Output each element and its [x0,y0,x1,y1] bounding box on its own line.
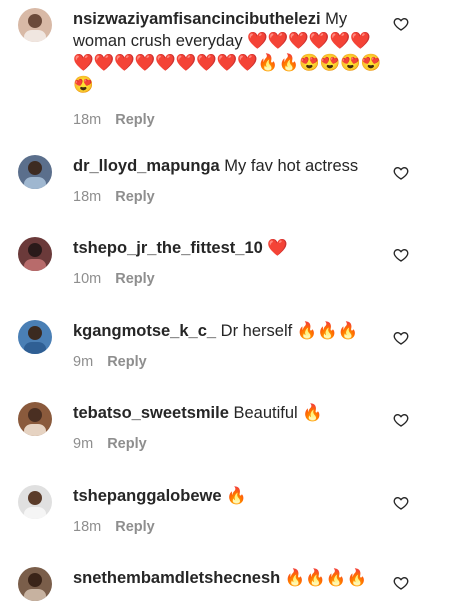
comment-timestamp: 10m [73,271,102,287]
reply-button[interactable]: Reply [115,112,155,128]
avatar[interactable] [18,8,52,42]
avatar[interactable] [18,485,52,519]
like-heart-icon[interactable] [393,412,409,428]
reply-button[interactable]: Reply [115,519,155,535]
comment-text: My fav hot actress [224,157,359,175]
comment-timestamp: 18m [73,112,102,128]
like-heart-icon[interactable] [393,495,409,511]
reply-button[interactable]: Reply [107,354,147,370]
comment-username[interactable]: snethembamdletshecnesh [73,569,280,587]
reply-button[interactable]: Reply [115,189,155,205]
like-heart-icon[interactable] [393,16,409,32]
comment-text: Beautiful [233,404,298,422]
comment-emoji: ❤️ [267,239,288,257]
avatar[interactable] [18,237,52,271]
comment-timestamp: 18m [73,519,102,535]
avatar[interactable] [18,567,52,601]
comment-username[interactable]: tshepanggalobewe [73,487,222,505]
comment-username[interactable]: dr_lloyd_mapunga [73,157,220,175]
comment-text: Dr herself [220,322,293,340]
comment-emoji: 🔥 [302,404,323,422]
comment-username[interactable]: tebatso_sweetsmile [73,404,229,422]
comment-emoji: 🔥 [226,487,247,505]
like-heart-icon[interactable] [393,247,409,263]
comment-emoji: 🔥🔥🔥🔥 [284,569,368,587]
reply-button[interactable]: Reply [115,271,155,287]
comment-username[interactable]: nsizwaziyamfisancincibuthelezi [73,10,321,28]
avatar[interactable] [18,155,52,189]
comment-emoji: 🔥🔥🔥 [296,322,359,340]
comment-timestamp: 9m [73,436,94,452]
like-heart-icon[interactable] [393,330,409,346]
comment-timestamp: 18m [73,189,102,205]
like-heart-icon[interactable] [393,165,409,181]
comment-timestamp: 9m [73,354,94,370]
like-heart-icon[interactable] [393,575,409,591]
avatar[interactable] [18,402,52,436]
avatar[interactable] [18,320,52,354]
comment-username[interactable]: tshepo_jr_the_fittest_10 [73,239,263,257]
comment-username[interactable]: kgangmotse_k_c_ [73,322,216,340]
reply-button[interactable]: Reply [107,436,147,452]
